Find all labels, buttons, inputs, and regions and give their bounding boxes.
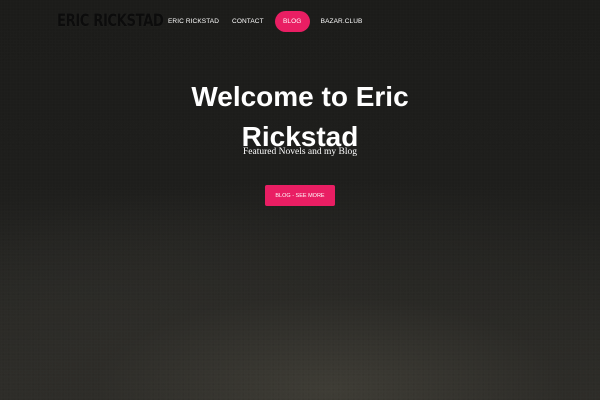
nav-item-eric-rickstad[interactable]: ERIC RICKSTAD — [168, 18, 219, 25]
nav-item-blog[interactable]: BLOG — [274, 11, 310, 32]
hero-title: Welcome to Eric Rickstad — [0, 77, 600, 157]
nav-item-contact[interactable]: CONTACT — [232, 18, 264, 25]
site-logo[interactable]: ERIC RICKSTAD — [57, 11, 164, 31]
hero-title-line-1: Welcome to Eric — [191, 80, 409, 112]
nav-item-bazar-club[interactable]: BAZAR.CLUB — [321, 18, 363, 25]
site-header: ERIC RICKSTAD ERIC RICKSTAD CONTACT BLOG… — [0, 0, 600, 44]
blog-see-more-button[interactable]: BLOG - SEE MORE — [265, 185, 335, 206]
hero-subtitle: Featured Novels and my Blog — [243, 147, 357, 157]
main-nav: ERIC RICKSTAD CONTACT BLOG BAZAR.CLUB — [168, 11, 363, 32]
